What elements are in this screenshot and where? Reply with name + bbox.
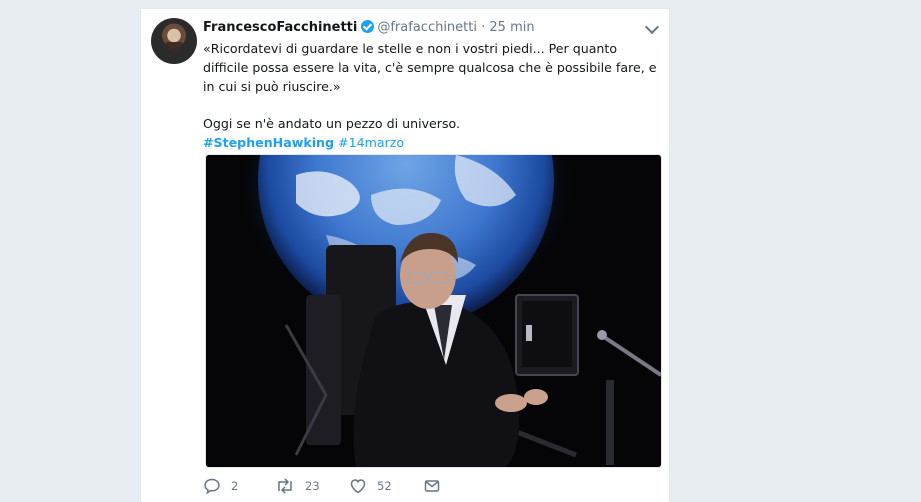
reply-button[interactable]: 2 bbox=[203, 477, 238, 495]
heart-icon bbox=[350, 479, 366, 494]
like-button[interactable]: 52 bbox=[349, 477, 392, 495]
reply-icon bbox=[204, 478, 220, 495]
envelope-icon bbox=[424, 480, 440, 492]
author-name[interactable]: FrancescoFacchinetti bbox=[203, 20, 357, 35]
retweet-icon bbox=[278, 478, 292, 494]
tweet-photo[interactable] bbox=[205, 154, 662, 468]
photo-illustration bbox=[206, 155, 661, 467]
direct-message-button[interactable] bbox=[423, 477, 441, 495]
hashtag-14marzo[interactable]: #14marzo bbox=[338, 135, 404, 150]
hashtag-stephenhawking[interactable]: #StephenHawking bbox=[203, 135, 334, 150]
tweet-card[interactable]: FrancescoFacchinetti @frafacchinetti · 25… bbox=[140, 8, 670, 502]
hashtag-row: #StephenHawking #14marzo bbox=[203, 133, 663, 152]
retweet-button[interactable]: 23 bbox=[275, 477, 320, 495]
separator: · bbox=[481, 20, 486, 35]
author-avatar[interactable] bbox=[151, 18, 197, 64]
tweet-actions: 2 23 52 bbox=[203, 477, 623, 499]
retweet-count: 23 bbox=[305, 479, 320, 493]
chevron-down-icon[interactable] bbox=[644, 19, 660, 35]
tweet-line: Oggi se n'è andato un pezzo di universo. bbox=[203, 116, 460, 131]
like-count: 52 bbox=[377, 479, 392, 493]
tweet-header: FrancescoFacchinetti @frafacchinetti · 25… bbox=[203, 19, 535, 39]
reply-count: 2 bbox=[231, 479, 239, 493]
tweet-text: «Ricordatevi di guardare le stelle e non… bbox=[203, 39, 663, 152]
author-handle[interactable]: @frafacchinetti bbox=[377, 20, 477, 35]
verified-badge-icon bbox=[361, 20, 375, 33]
tweet-timestamp[interactable]: 25 min bbox=[489, 20, 534, 35]
tweet-quote: «Ricordatevi di guardare le stelle e non… bbox=[203, 41, 657, 94]
